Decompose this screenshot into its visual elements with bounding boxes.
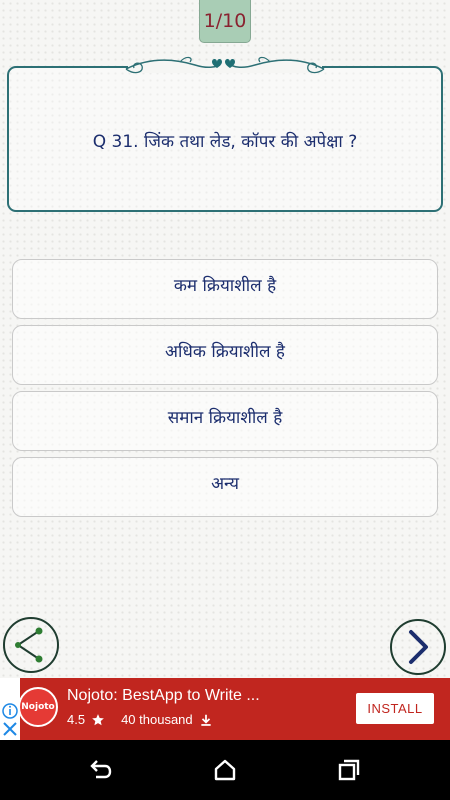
option-4[interactable]: अन्य (12, 457, 438, 517)
question-counter: 1/10 (199, 0, 251, 43)
share-icon (15, 627, 43, 663)
system-nav-bar (0, 740, 450, 800)
next-button[interactable] (390, 619, 446, 675)
install-button[interactable]: INSTALL (356, 693, 434, 724)
back-icon[interactable] (86, 756, 114, 784)
ad-meta: 4.5 40 thousand (67, 712, 213, 727)
ad-side-panel (0, 678, 20, 740)
question-card: Q 31. जिंक तथा लेड, कॉपर की अपेक्षा ? (7, 66, 443, 212)
ad-close-icon[interactable] (3, 722, 17, 736)
ad-info-icon[interactable] (2, 703, 18, 719)
option-2[interactable]: अधिक क्रियाशील है (12, 325, 438, 385)
install-button-label: INSTALL (367, 701, 423, 716)
chevron-right-icon (409, 630, 428, 664)
home-icon[interactable] (211, 756, 239, 784)
option-4-label: अन्य (211, 474, 239, 494)
ornament-flourish-icon (125, 56, 325, 74)
option-1-label: कम क्रियाशील है (173, 276, 277, 296)
question-counter-text: 1/10 (203, 10, 247, 32)
question-text: Q 31. जिंक तथा लेड, कॉपर की अपेक्षा ? (92, 131, 358, 152)
ad-title[interactable]: Nojoto: BestApp to Write ... (67, 687, 260, 705)
ad-downloads: 40 thousand (121, 712, 193, 727)
ad-banner[interactable]: Nojoto Nojoto: BestApp to Write ... 4.5 … (0, 678, 450, 740)
option-3-label: समान क्रियाशील है (167, 408, 283, 428)
share-button[interactable] (3, 617, 59, 673)
download-icon (200, 714, 211, 726)
ad-logo-text: Nojoto (21, 702, 55, 712)
option-2-label: अधिक क्रियाशील है (165, 342, 285, 362)
ad-app-logo[interactable]: Nojoto (18, 687, 58, 727)
option-3[interactable]: समान क्रियाशील है (12, 391, 438, 451)
recent-apps-icon[interactable] (335, 756, 363, 784)
option-1[interactable]: कम क्रियाशील है (12, 259, 438, 319)
star-icon (92, 713, 104, 725)
ad-rating: 4.5 (67, 712, 86, 727)
